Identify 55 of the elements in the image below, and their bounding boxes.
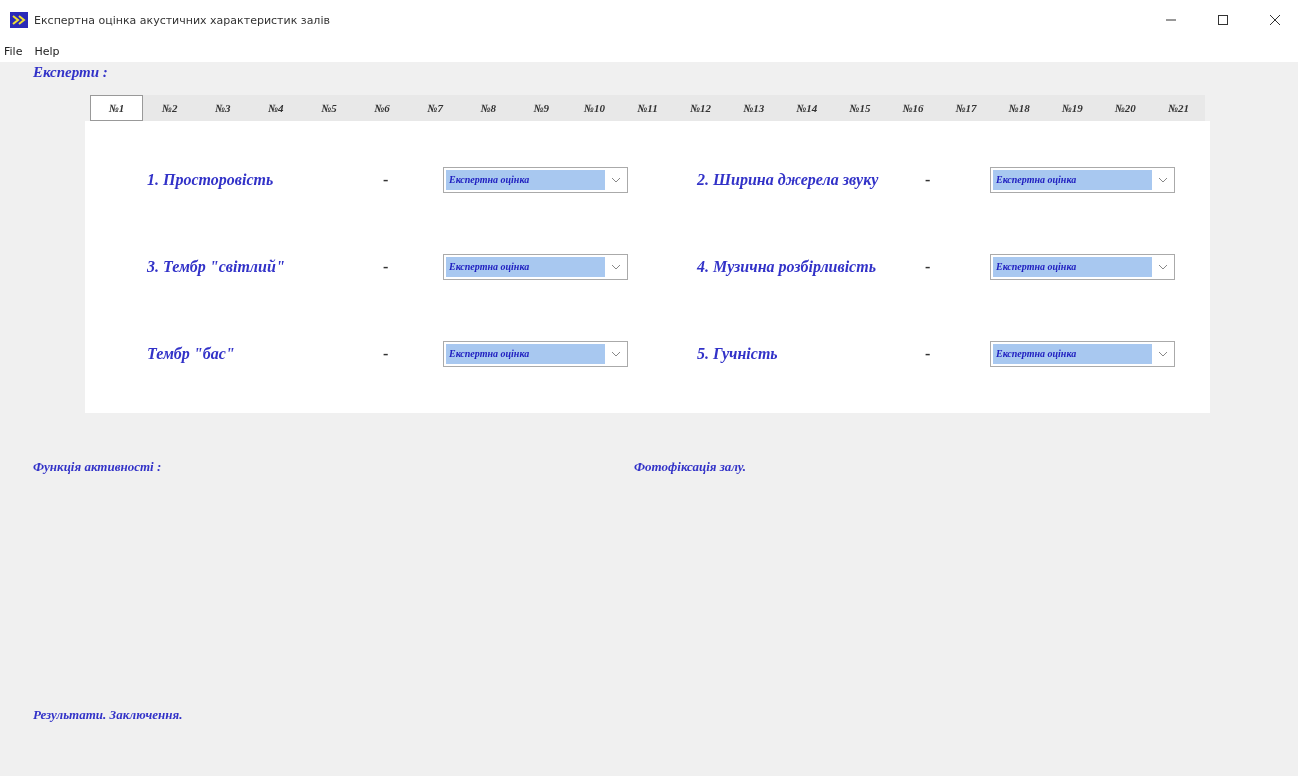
expert-tab[interactable]: №8 xyxy=(461,95,515,121)
expert-tab[interactable]: №5 xyxy=(302,95,356,121)
criterion-label: 4. Музична розбірливість xyxy=(697,257,877,276)
expert-tab[interactable]: №10 xyxy=(567,95,621,121)
window-title: Експертна оцінка акустичних характеристик залів xyxy=(34,13,331,27)
criterion-label: 1. Просторовість xyxy=(147,170,275,189)
criterion-label: 3. Тембр "світлий" xyxy=(147,257,286,276)
rating-dropdown[interactable]: Експертна оцінка xyxy=(990,340,1175,367)
dash: - xyxy=(925,257,932,276)
menu-item[interactable]: Help xyxy=(32,44,62,58)
chevron-down-icon xyxy=(611,350,621,357)
rating-dropdown[interactable]: Експертна оцінка xyxy=(443,166,628,193)
expert-tab[interactable]: №12 xyxy=(674,95,728,121)
expert-tab[interactable]: №16 xyxy=(886,95,940,121)
dash: - xyxy=(383,344,390,363)
dash: - xyxy=(925,170,932,189)
chevron-down-icon xyxy=(1158,350,1168,357)
expert-tab[interactable]: №18 xyxy=(992,95,1046,121)
app-logo-icon xyxy=(10,12,28,28)
chevron-down-icon xyxy=(1158,176,1168,183)
expert-tab[interactable]: №17 xyxy=(939,95,993,121)
criterion-label: 5. Гучність xyxy=(697,344,779,363)
expert-tab[interactable]: №19 xyxy=(1045,95,1099,121)
rating-dropdown[interactable]: Експертна оцінка xyxy=(990,253,1175,280)
criterion-label: Тембр "бас" xyxy=(147,344,236,363)
expert-tab[interactable]: №2 xyxy=(143,95,197,121)
expert-tab[interactable]: №15 xyxy=(833,95,887,121)
chevron-down-icon xyxy=(1158,263,1168,270)
rating-dropdown[interactable]: Експертна оцінка xyxy=(443,253,628,280)
expert-tab[interactable]: №7 xyxy=(408,95,462,121)
chevron-down-icon xyxy=(611,176,621,183)
expert-tab[interactable]: №14 xyxy=(780,95,834,121)
criterion-label: 2. Ширина джерела звуку xyxy=(697,170,880,189)
dash: - xyxy=(925,344,932,363)
chevron-down-icon xyxy=(611,263,621,270)
expert-tab[interactable]: №20 xyxy=(1098,95,1152,121)
expert-tab[interactable]: №4 xyxy=(249,95,303,121)
dash: - xyxy=(383,170,390,189)
activity-heading: Функція активності : xyxy=(33,459,163,475)
rating-dropdown[interactable]: Експертна оцінка xyxy=(443,340,628,367)
expert-tab[interactable]: №9 xyxy=(514,95,568,121)
expert-tab[interactable]: №21 xyxy=(1151,95,1205,121)
maximize-icon xyxy=(1218,15,1228,25)
rating-dropdown[interactable]: Експертна оцінка xyxy=(990,166,1175,193)
photo-heading: Фотофіксація залу. xyxy=(634,459,746,475)
expert-tab[interactable]: №6 xyxy=(355,95,409,121)
experts-heading: Експерти : xyxy=(33,64,108,80)
expert-tab[interactable]: №3 xyxy=(196,95,250,121)
expert-tab[interactable]: №13 xyxy=(727,95,781,121)
expert-tab[interactable]: №11 xyxy=(620,95,675,121)
dash: - xyxy=(383,257,390,276)
close-icon xyxy=(1270,15,1280,25)
results-heading: Результати. Заключення. xyxy=(33,707,183,723)
expert-tab[interactable]: №1 xyxy=(90,95,144,121)
menu-item[interactable]: File xyxy=(2,44,25,58)
